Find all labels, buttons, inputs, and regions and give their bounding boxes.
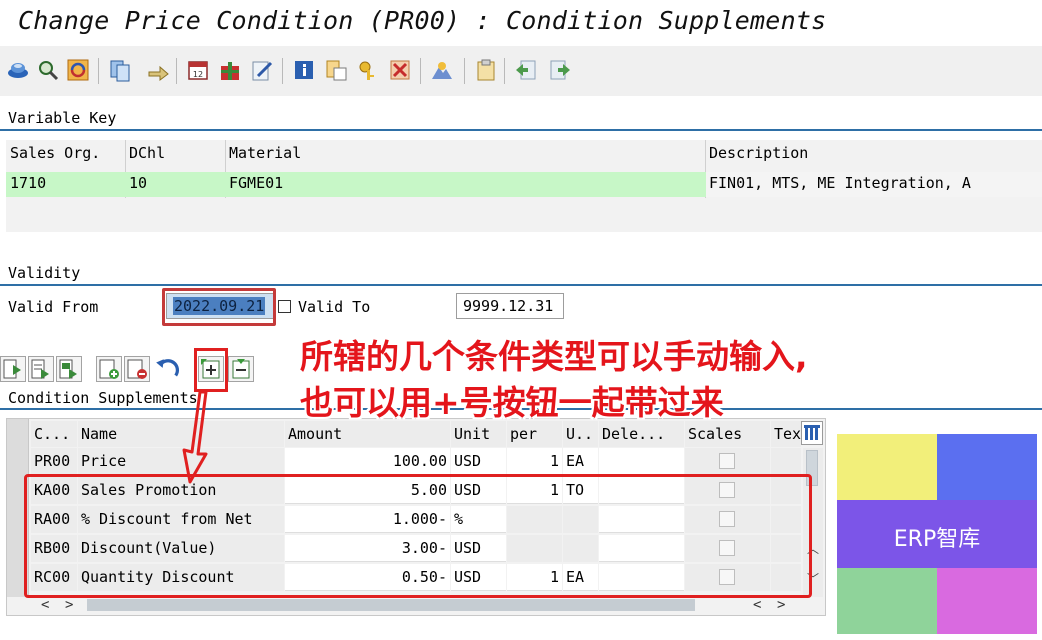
validity-divider: [0, 284, 1042, 286]
row-amount[interactable]: 100.00: [285, 448, 450, 475]
validity-label: Validity: [8, 264, 81, 282]
undo-button[interactable]: [154, 356, 180, 382]
annotation-arrow-icon: [182, 390, 208, 484]
calendar-icon[interactable]: 12: [186, 58, 210, 82]
supplement-details-icon: [232, 359, 250, 379]
refresh-icon[interactable]: [66, 58, 90, 82]
annotation-line-2: 也可以用+号按钮一起带过来: [300, 383, 724, 422]
mountain-icon[interactable]: [430, 58, 454, 82]
variable-key-divider: [0, 129, 1042, 131]
condition-supplements-label: Condition Supplements: [8, 389, 198, 407]
row-per[interactable]: 1: [507, 448, 562, 475]
find-icon[interactable]: [36, 58, 60, 82]
column-settings-button[interactable]: [801, 421, 823, 445]
table-row[interactable]: PR00 Price 100.00 USD 1 EA: [7, 448, 807, 476]
valid-from-label: Valid From: [8, 298, 99, 316]
row-unit[interactable]: USD: [451, 448, 506, 475]
col-dchl: DChl: [129, 144, 166, 162]
col-uom[interactable]: U..: [563, 421, 598, 447]
valid-to-field[interactable]: 9999.12.31: [456, 293, 564, 319]
window-title: Change Price Condition (PR00) : Conditio…: [18, 6, 827, 35]
col-unit[interactable]: Unit: [451, 421, 506, 447]
valid-to-label: Valid To: [298, 298, 371, 316]
copy-records-icon[interactable]: [108, 58, 132, 82]
col-material: Material: [229, 144, 302, 162]
edit-icon[interactable]: [250, 58, 274, 82]
delete-icon[interactable]: [388, 58, 412, 82]
calendar-picker-icon[interactable]: [278, 300, 291, 313]
supplement-details-button[interactable]: [228, 356, 254, 382]
select-block-button[interactable]: [28, 356, 54, 382]
delete-row-button[interactable]: [124, 356, 150, 382]
horizontal-scroll-thumb[interactable]: [87, 599, 695, 611]
insert-row-icon: [99, 359, 119, 379]
description-value: FIN01, MTS, ME Integration, A: [709, 174, 971, 192]
col-deletion[interactable]: Dele...: [599, 421, 684, 447]
watermark-text: ERP智库: [893, 527, 981, 552]
svg-text:12: 12: [193, 70, 203, 79]
variable-key-label: Variable Key: [8, 109, 117, 127]
scroll-left-icon[interactable]: <: [41, 597, 49, 613]
scroll-left-end-icon[interactable]: <: [753, 597, 761, 613]
undo-icon: [156, 359, 179, 377]
previous-icon[interactable]: [514, 58, 538, 82]
dchl-value: 10: [129, 174, 148, 192]
deselect-all-button[interactable]: [56, 356, 82, 382]
application-toolbar: 12: [0, 46, 1042, 96]
info-icon[interactable]: [292, 58, 316, 82]
material-value: FGME01: [229, 174, 284, 192]
key-icon[interactable]: [356, 58, 380, 82]
insert-row-button[interactable]: [96, 356, 122, 382]
select-all-button[interactable]: [0, 356, 26, 382]
erp-watermark-logo: ERP智库: [837, 434, 1037, 634]
valid-from-highlight: [162, 288, 276, 326]
col-sales-org: Sales Org.: [10, 144, 101, 162]
scroll-right-end-icon[interactable]: >: [777, 597, 785, 613]
col-text[interactable]: Tex: [771, 421, 801, 447]
supplement-rows-highlight: [24, 474, 812, 598]
select-block-icon: [31, 359, 49, 379]
next-icon[interactable]: [548, 58, 572, 82]
plus-button-highlight: [194, 348, 228, 392]
select-all-icon: [3, 359, 21, 379]
forward-icon[interactable]: [146, 58, 170, 82]
paste-icon[interactable]: [474, 58, 498, 82]
condition-supplements-toolbar: [0, 350, 300, 388]
title-bar: Change Price Condition (PR00) : Conditio…: [0, 0, 1042, 46]
row-condition-type: PR00: [31, 448, 77, 475]
col-description: Description: [709, 144, 809, 162]
column-settings-icon: [804, 425, 820, 440]
scroll-right-icon[interactable]: >: [65, 597, 73, 613]
col-amount[interactable]: Amount: [285, 421, 450, 447]
annotation-line-1: 所辖的几个条件类型可以手动输入,: [300, 337, 808, 376]
delete-row-icon: [127, 359, 147, 379]
row-deletion[interactable]: [599, 448, 684, 475]
col-scales[interactable]: Scales: [685, 421, 770, 447]
row-uom[interactable]: EA: [563, 448, 598, 475]
variable-key-panel: Sales Org. DChl Material Description 171…: [6, 140, 1042, 232]
scales-checkbox[interactable]: [719, 453, 735, 469]
col-condition-type[interactable]: C...: [31, 421, 77, 447]
deselect-all-icon: [59, 359, 77, 379]
horizontal-scrollbar[interactable]: < > < >: [7, 597, 823, 615]
table-icon[interactable]: [324, 58, 348, 82]
sales-org-value: 1710: [10, 174, 47, 192]
gift-icon[interactable]: [218, 58, 242, 82]
col-per[interactable]: per: [507, 421, 562, 447]
save-icon[interactable]: [6, 58, 30, 82]
valid-to-value: 9999.12.31: [463, 297, 554, 315]
